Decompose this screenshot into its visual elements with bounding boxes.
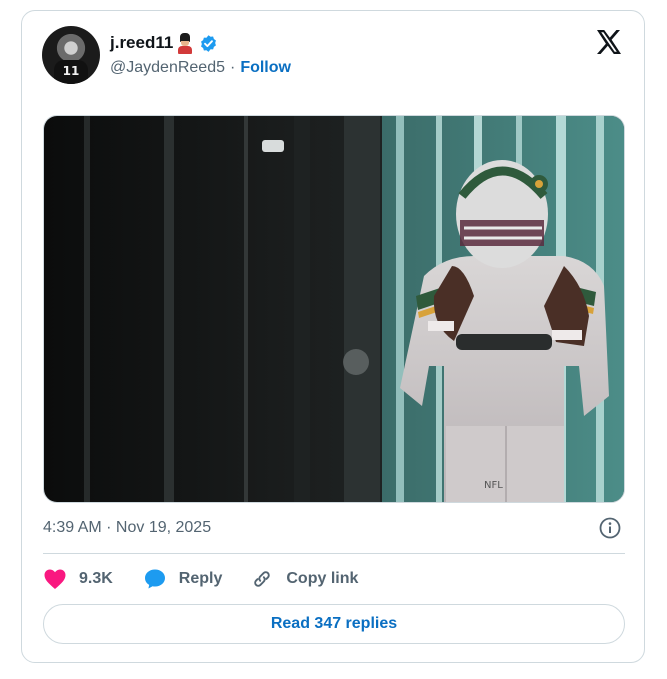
tweet-media-image[interactable]: NFL — [43, 115, 625, 503]
info-icon[interactable] — [599, 517, 621, 539]
author-avatar[interactable]: 11 — [42, 26, 100, 84]
handle-separator: · — [229, 59, 236, 76]
copy-link-button[interactable]: Copy link — [250, 567, 358, 591]
copy-link-label: Copy link — [286, 570, 359, 587]
tweet-timestamp[interactable]: 4:39 AM · Nov 19, 2025 — [43, 519, 211, 537]
avatar-jersey-number: 11 — [54, 60, 88, 84]
guard-emoji-icon — [176, 32, 194, 54]
author-handle[interactable]: @JaydenReed5 — [110, 59, 225, 77]
pants-logo-text: NFL — [484, 480, 503, 491]
reply-label: Reply — [178, 570, 223, 587]
link-icon — [254, 571, 271, 587]
player-photo: NFL — [44, 116, 624, 502]
like-count: 9.3K — [79, 570, 113, 587]
reply-button[interactable]: Reply — [143, 567, 223, 591]
reply-bubble-icon — [144, 569, 165, 589]
like-button[interactable]: 9.3K — [43, 568, 113, 590]
verified-badge-icon — [201, 34, 217, 52]
read-replies-button[interactable]: Read 347 replies — [43, 604, 625, 644]
author-handle-row: @JaydenReed5 · Follow — [110, 59, 291, 77]
divider — [43, 553, 625, 554]
tweet-card: 11 j.reed11 @JaydenReed5 · Follow NFL 4:… — [21, 10, 645, 663]
x-logo-icon[interactable] — [594, 27, 624, 57]
tweet-actions-bar: 9.3K Reply Copy link — [43, 567, 386, 591]
author-name-row: j.reed11 — [110, 31, 218, 55]
heart-icon — [44, 569, 66, 589]
author-display-name[interactable]: j.reed11 — [110, 33, 173, 53]
follow-link[interactable]: Follow — [240, 59, 291, 77]
